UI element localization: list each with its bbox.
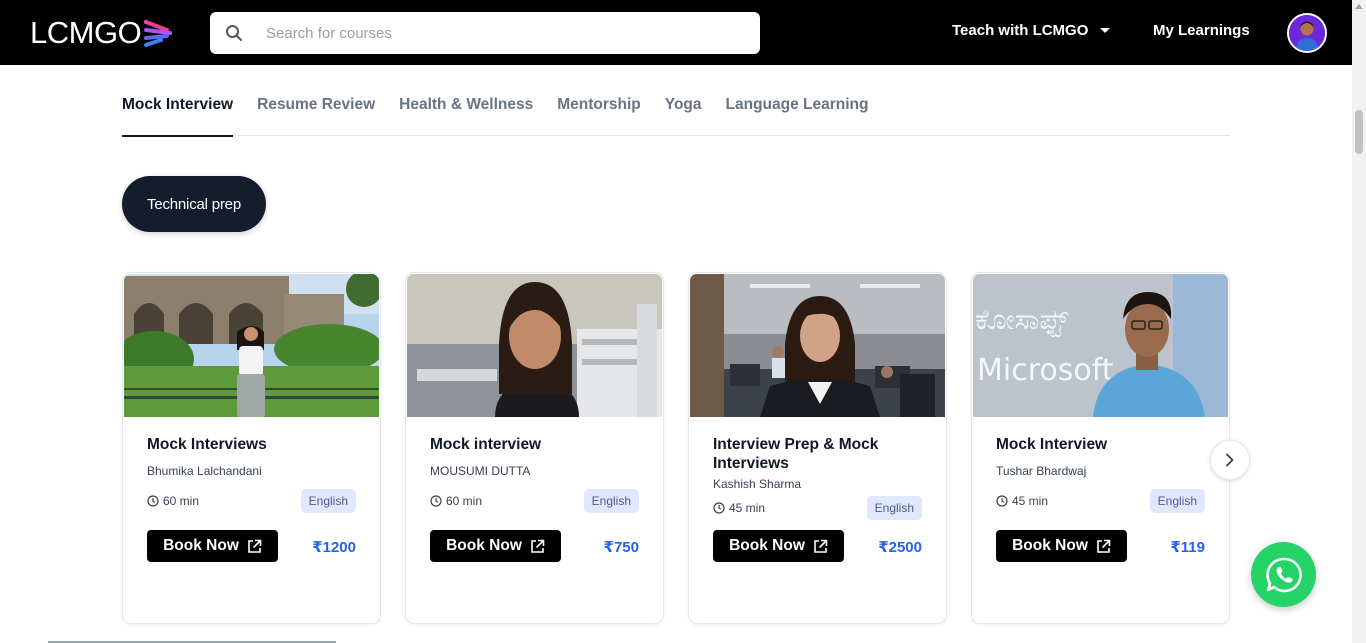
card-price: ₹119 <box>1170 539 1205 556</box>
language-badge: English <box>583 489 639 513</box>
book-now-label: Book Now <box>446 537 522 554</box>
whatsapp-chat-button[interactable] <box>1251 542 1316 607</box>
card-host: Bhumika Lalchandani <box>147 464 262 478</box>
chevron-right-icon <box>1226 453 1234 467</box>
language-badge: English <box>1149 489 1205 513</box>
tab-mock-interview[interactable]: Mock Interview <box>122 86 234 137</box>
duration-text: 45 min <box>729 501 766 515</box>
lcmgo-logo[interactable]: LCMGO <box>30 15 173 51</box>
carousel-next-button[interactable] <box>1210 440 1250 480</box>
my-learnings-link[interactable]: My Learnings <box>1153 22 1250 39</box>
clock-icon <box>430 495 442 507</box>
card-host: MOUSUMI DUTTA <box>430 464 531 478</box>
tab-health-wellness[interactable]: Health & Wellness <box>399 86 533 136</box>
chevron-down-icon <box>1100 28 1111 33</box>
card-price: ₹2500 <box>878 539 922 556</box>
card-duration: 45 min <box>996 494 1048 508</box>
category-tabs: Mock Interview Resume Review Health & We… <box>122 86 1230 137</box>
whatsapp-icon <box>1265 557 1302 592</box>
clock-icon <box>996 495 1008 507</box>
card-title: Mock Interview <box>996 436 1108 453</box>
clock-icon <box>147 495 159 507</box>
language-badge: English <box>300 489 356 513</box>
card-image <box>690 274 945 417</box>
book-now-button[interactable]: Book Now <box>996 530 1127 562</box>
book-now-button[interactable]: Book Now <box>147 530 278 562</box>
scroll-thumb[interactable] <box>1355 110 1363 154</box>
card-price: ₹750 <box>603 539 639 556</box>
tab-mentorship[interactable]: Mentorship <box>557 86 641 136</box>
card-image: ಕೋಸಾಫ್ಟ್ Microsoft <box>973 274 1228 417</box>
card-image <box>407 274 662 417</box>
search-bar[interactable] <box>210 12 760 54</box>
scroll-up-arrow-icon[interactable] <box>1355 4 1363 9</box>
logo-mark-icon <box>143 18 173 48</box>
logo-text: LCMGO <box>30 15 142 50</box>
technical-prep-chip[interactable]: Technical prep <box>122 176 266 232</box>
tab-resume-review[interactable]: Resume Review <box>257 86 375 136</box>
clock-icon <box>713 502 725 514</box>
page-scrollbar[interactable] <box>1352 0 1366 643</box>
book-now-button[interactable]: Book Now <box>430 530 561 562</box>
teach-label: Teach with LCMGO <box>952 22 1089 39</box>
book-now-label: Book Now <box>163 537 239 554</box>
course-card[interactable]: Mock interview MOUSUMI DUTTA 60 min Engl… <box>405 272 664 624</box>
language-badge: English <box>866 496 922 520</box>
book-now-button[interactable]: Book Now <box>713 530 844 562</box>
wall-kannada-text: ಕೋಸಾಫ್ಟ್ <box>975 303 1069 337</box>
external-link-icon <box>248 539 262 553</box>
teach-with-lcmgo-dropdown[interactable]: Teach with LCMGO <box>952 22 1111 39</box>
tab-language-learning[interactable]: Language Learning <box>726 86 869 136</box>
card-duration: 60 min <box>147 494 199 508</box>
duration-text: 60 min <box>163 494 200 508</box>
course-card[interactable]: Interview Prep & Mock Interviews Kashish… <box>688 272 947 624</box>
external-link-icon <box>531 539 545 553</box>
card-title: Mock interview <box>430 436 542 453</box>
duration-text: 60 min <box>446 494 483 508</box>
book-now-label: Book Now <box>1012 537 1088 554</box>
search-icon <box>210 24 258 42</box>
external-link-icon <box>814 539 828 553</box>
course-card[interactable]: Mock Interviews Bhumika Lalchandani 60 m… <box>122 272 381 624</box>
user-avatar[interactable] <box>1287 13 1327 53</box>
card-title: Interview Prep & Mock Interviews <box>713 436 879 472</box>
card-duration: 45 min <box>713 501 765 515</box>
card-title: Mock Interviews <box>147 436 267 453</box>
card-host: Tushar Bhardwaj <box>996 464 1087 478</box>
search-input[interactable] <box>266 24 736 42</box>
book-now-label: Book Now <box>729 537 805 554</box>
top-nav-bar: LCMGO Teach with LCMGO My Learnings <box>0 0 1352 65</box>
duration-text: 45 min <box>1012 494 1049 508</box>
external-link-icon <box>1097 539 1111 553</box>
card-duration: 60 min <box>430 494 482 508</box>
card-image <box>124 274 379 417</box>
wall-brand-text: Microsoft <box>977 353 1114 388</box>
card-price: ₹1200 <box>312 539 356 556</box>
card-host: Kashish Sharma <box>713 477 802 491</box>
course-card[interactable]: ಕೋಸಾಫ್ಟ್ Microsoft Mock Interview Tushar… <box>971 272 1230 624</box>
tab-yoga[interactable]: Yoga <box>665 86 702 136</box>
